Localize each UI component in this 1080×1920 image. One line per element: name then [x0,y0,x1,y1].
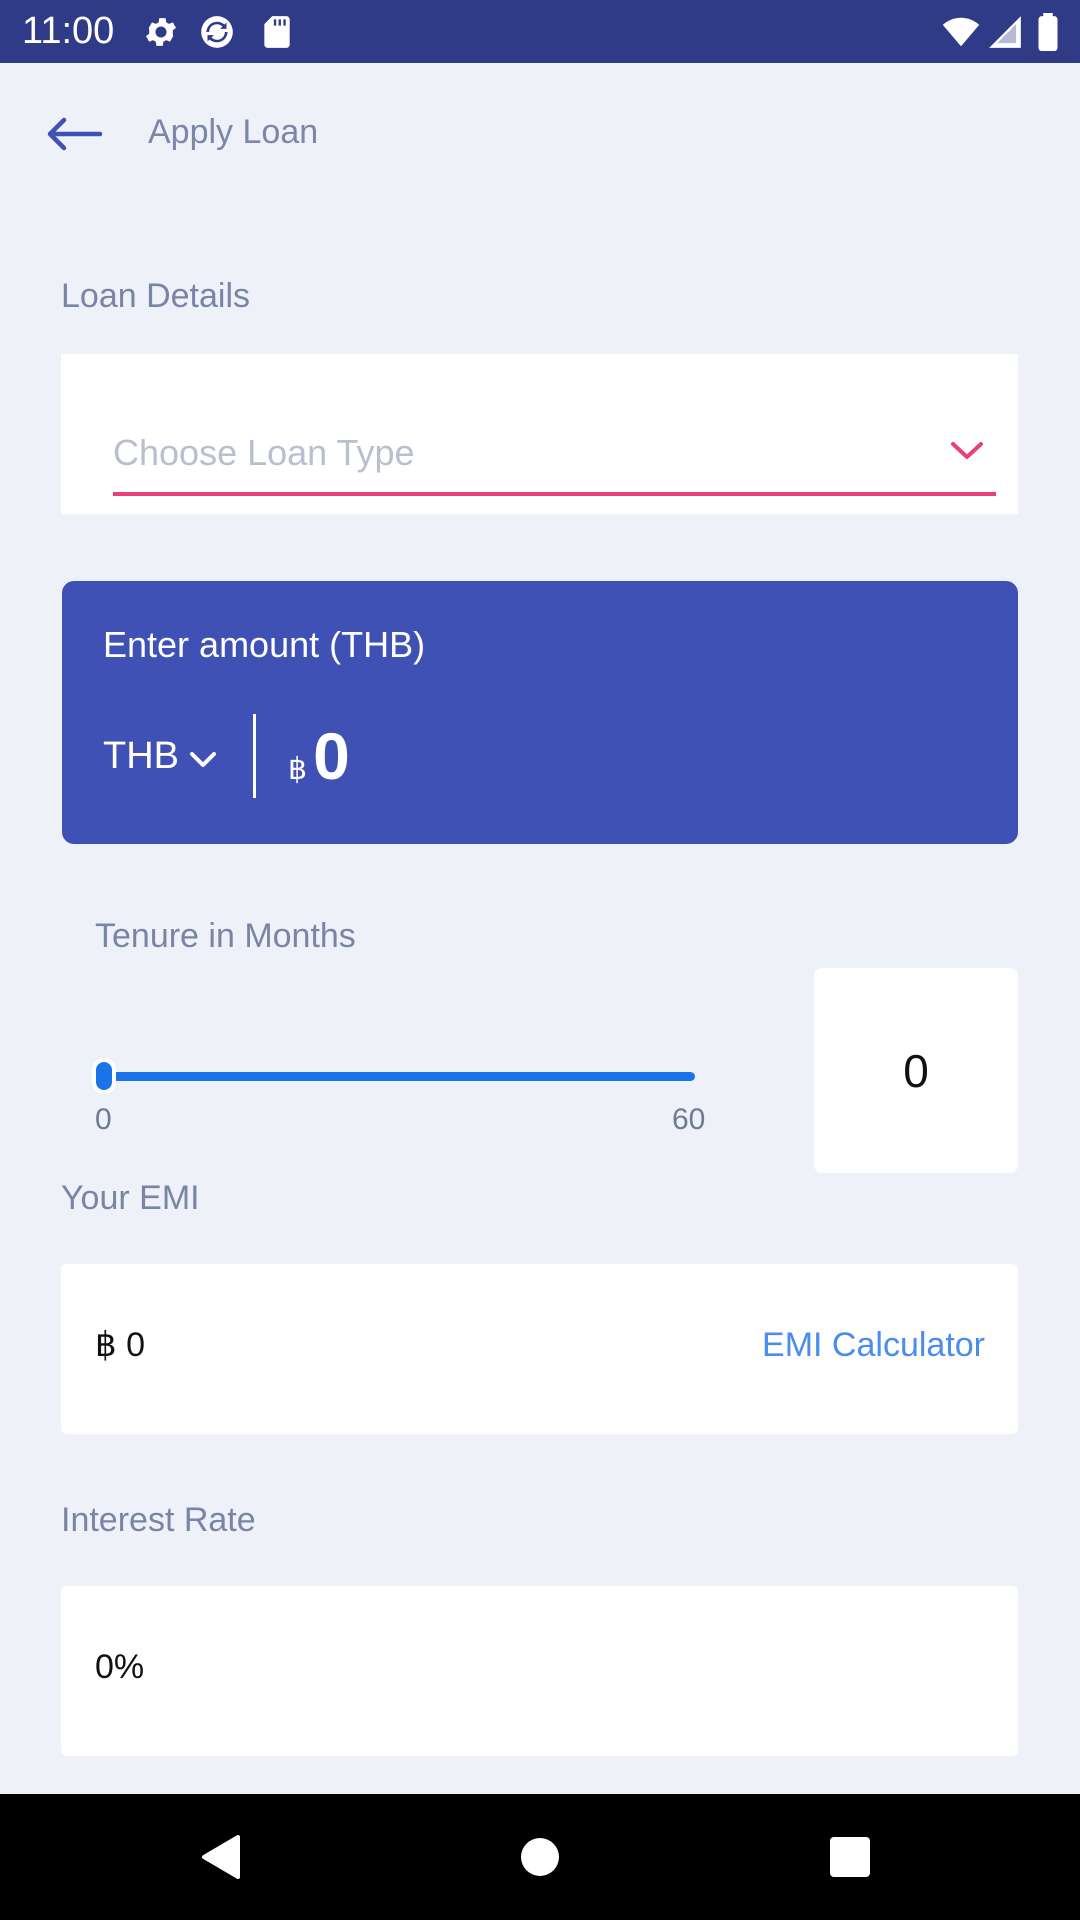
navigation-bar [0,1794,1080,1920]
status-bar: 11:00 [0,0,1080,63]
back-button[interactable] [42,110,106,158]
tenure-value: 0 [903,1044,929,1097]
interest-rate-card: 0% [61,1586,1018,1756]
home-circle-icon[interactable] [510,1827,570,1887]
loan-type-select[interactable]: Choose Loan Type [113,426,996,496]
amount-value: 0 [313,719,350,793]
recents-square-icon[interactable] [820,1827,880,1887]
gear-icon [142,13,180,51]
page-title: Apply Loan [148,113,319,151]
amount-divider [253,714,256,798]
slider-thumb[interactable] [92,1058,116,1094]
currency-select[interactable]: THB [103,731,217,781]
currency-code: THB [103,735,179,777]
emi-calculator-link[interactable]: EMI Calculator [762,1324,985,1366]
tenure-slider[interactable] [90,1058,710,1094]
wifi-icon [942,13,980,51]
loan-type-placeholder: Choose Loan Type [113,432,415,473]
arrow-left-icon [47,117,103,151]
slider-max-label: 60 [672,1103,706,1136]
emi-card: ฿ 0 EMI Calculator [61,1264,1018,1434]
emi-value: ฿ 0 [95,1326,145,1364]
back-triangle-icon[interactable] [194,1827,254,1887]
emi-label: Your EMI [61,1179,200,1217]
loan-details-label: Loan Details [61,277,251,315]
tenure-label: Tenure in Months [95,917,356,955]
amount-card: Enter amount (THB) THB ฿ 0 [62,581,1018,844]
chevron-down-icon [190,752,216,767]
sync-icon [198,13,236,51]
slider-min-label: 0 [95,1103,112,1136]
interest-rate-label: Interest Rate [61,1501,256,1539]
status-time: 11:00 [22,10,115,52]
sd-card-icon [258,13,296,51]
slider-track [100,1072,695,1081]
chevron-down-icon [951,442,983,459]
signal-icon [986,13,1024,51]
currency-symbol: ฿ [288,753,308,786]
amount-label: Enter amount (THB) [103,624,426,665]
interest-rate-value: 0% [95,1648,145,1686]
battery-icon [1032,13,1064,51]
tenure-value-box[interactable]: 0 [814,968,1018,1173]
amount-input[interactable]: ฿ 0 [288,716,350,796]
